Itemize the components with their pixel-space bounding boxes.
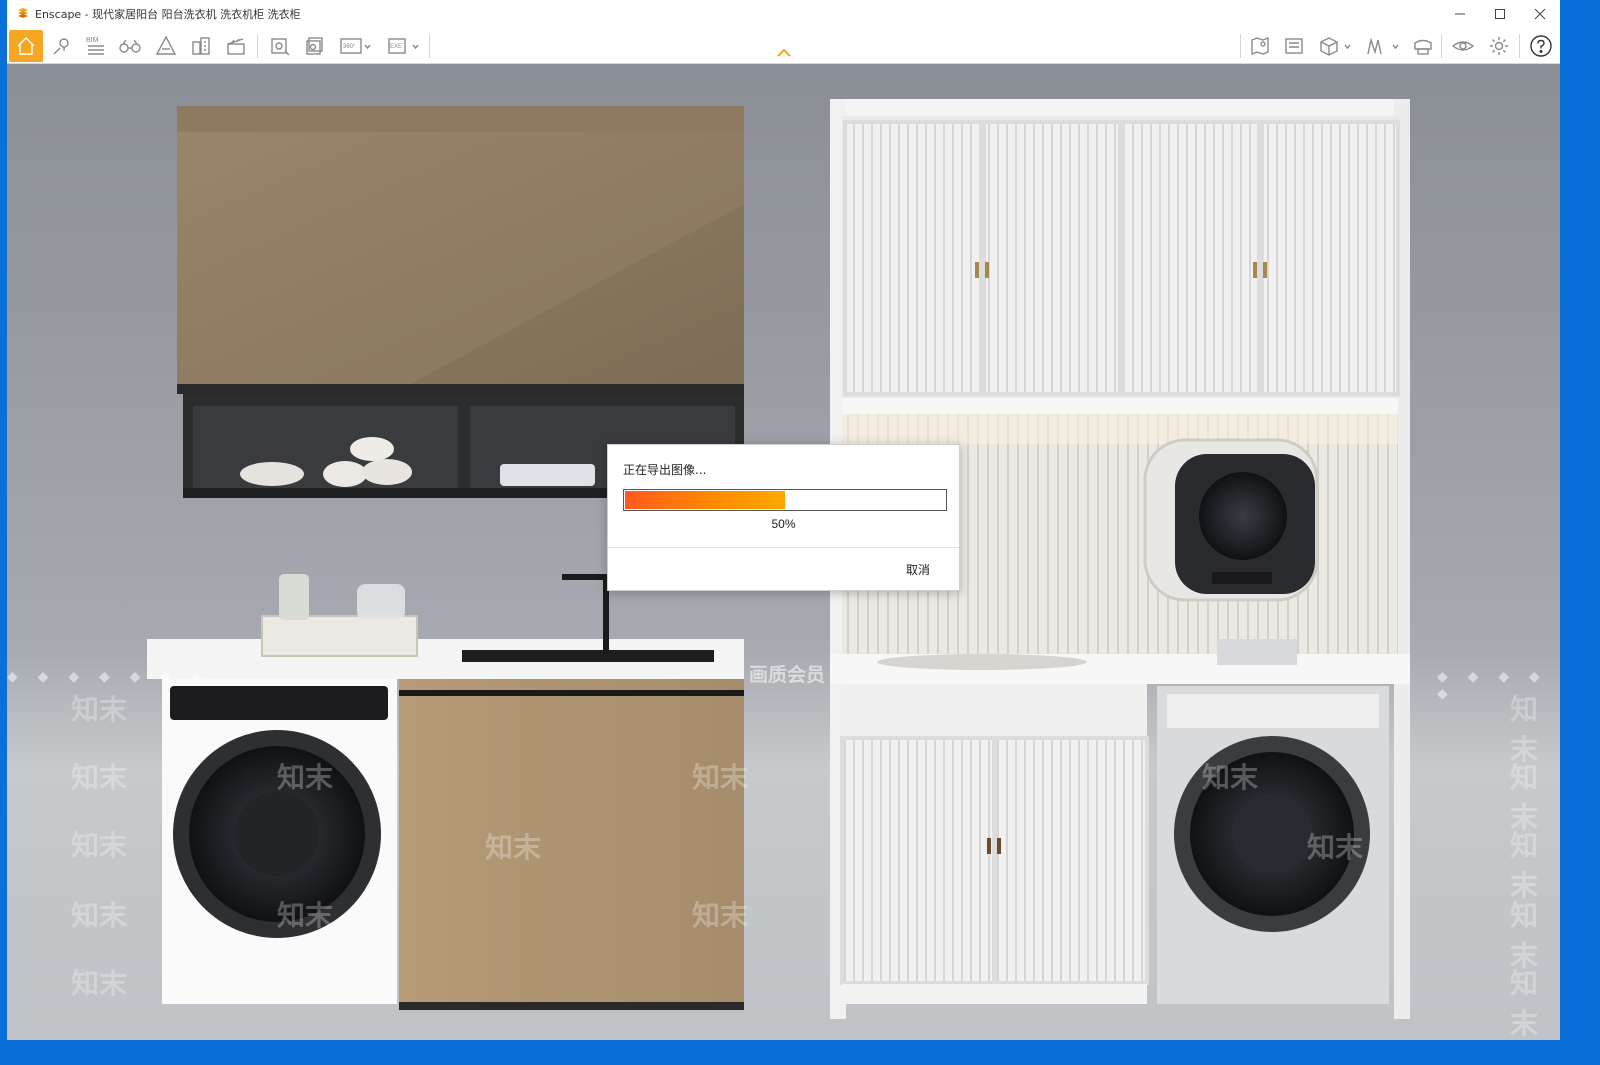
- binoculars-icon[interactable]: [115, 30, 145, 62]
- pano-label: 360°: [343, 44, 356, 50]
- window-title: Enscape - 现代家居阳台 阳台洗衣机 洗衣机柜 洗衣柜: [35, 8, 301, 21]
- exe-label: EXE: [390, 44, 402, 50]
- bim-label: BIM: [86, 37, 99, 44]
- watermark-text: 知末: [71, 693, 128, 726]
- settings-gear-icon[interactable]: [1484, 30, 1514, 62]
- map-pin-icon[interactable]: [47, 30, 77, 62]
- home-icon[interactable]: [9, 30, 43, 62]
- progress-percent: 50%: [771, 517, 796, 531]
- cancel-button[interactable]: 取消: [906, 561, 930, 578]
- watermark-text: 知末: [71, 761, 128, 794]
- close-icon[interactable]: [1520, 0, 1560, 28]
- bim-icon[interactable]: BIM: [81, 30, 111, 62]
- toolbar-divider: [1441, 34, 1442, 58]
- toolbar-divider: [429, 34, 430, 58]
- main-toolbar: BIM 360° EXE: [7, 28, 1560, 64]
- quality-watermark: 画质会员: [749, 664, 826, 686]
- toolbar-divider: [1240, 34, 1241, 58]
- toolbar-divider: [1519, 34, 1520, 58]
- watermark-text: 知末: [1510, 829, 1539, 902]
- panorama-360-icon[interactable]: 360°: [337, 30, 373, 62]
- watermark-text: 知末: [277, 899, 334, 932]
- progress-fill: [625, 491, 785, 509]
- export-progress-bar: [623, 489, 947, 511]
- collapse-toolbar-caret-icon[interactable]: [776, 48, 792, 58]
- export-progress-dialog: 正在导出图像... 50% 取消: [607, 444, 960, 591]
- watermark-text: 知末: [1510, 967, 1539, 1040]
- desktop-background: [0, 1040, 1600, 1065]
- dialog-title: 正在导出图像...: [623, 463, 707, 477]
- watermark-diamonds: ◆ ◆ ◆ ◆ ◆ ◆ ◆: [7, 668, 210, 684]
- dialog-divider: [608, 547, 959, 548]
- watermark-text: 知末: [71, 829, 128, 862]
- cube-icon[interactable]: [1314, 30, 1356, 62]
- watermark-text: 知末: [1307, 831, 1364, 864]
- screenshot-icon[interactable]: [265, 30, 295, 62]
- atmosphere-icon[interactable]: [151, 30, 181, 62]
- batch-render-icon[interactable]: [300, 30, 330, 62]
- watermark-text: 知末: [71, 967, 128, 1000]
- enscape-logo-icon: [18, 8, 28, 18]
- watermark-text: 知末: [692, 899, 749, 932]
- minimap-icon[interactable]: [1245, 30, 1275, 62]
- asset-library-icon[interactable]: [186, 30, 216, 62]
- toolbar-divider: [257, 34, 258, 58]
- watermark-text: 知末: [485, 831, 542, 864]
- enscape-window: Enscape - 现代家居阳台 阳台洗衣机 洗衣机柜 洗衣柜 BIM 360°…: [7, 0, 1560, 1040]
- watermark-text: 知末: [71, 899, 128, 932]
- watermark-text: 知末: [692, 761, 749, 794]
- sketch-icon[interactable]: [1362, 30, 1404, 62]
- clapper-icon[interactable]: [221, 30, 251, 62]
- minimize-icon[interactable]: [1440, 0, 1480, 28]
- watermark-text: 知末: [1202, 761, 1259, 794]
- maximize-icon[interactable]: [1480, 0, 1520, 28]
- views-icon[interactable]: [1279, 30, 1309, 62]
- export-exe-icon[interactable]: EXE: [385, 30, 421, 62]
- eye-icon[interactable]: [1448, 30, 1478, 62]
- watermark-text: 知末: [277, 761, 334, 794]
- vr-headset-icon[interactable]: [1408, 30, 1438, 62]
- title-bar: Enscape - 现代家居阳台 阳台洗衣机 洗衣机柜 洗衣柜: [7, 0, 1560, 28]
- help-icon[interactable]: [1525, 30, 1557, 62]
